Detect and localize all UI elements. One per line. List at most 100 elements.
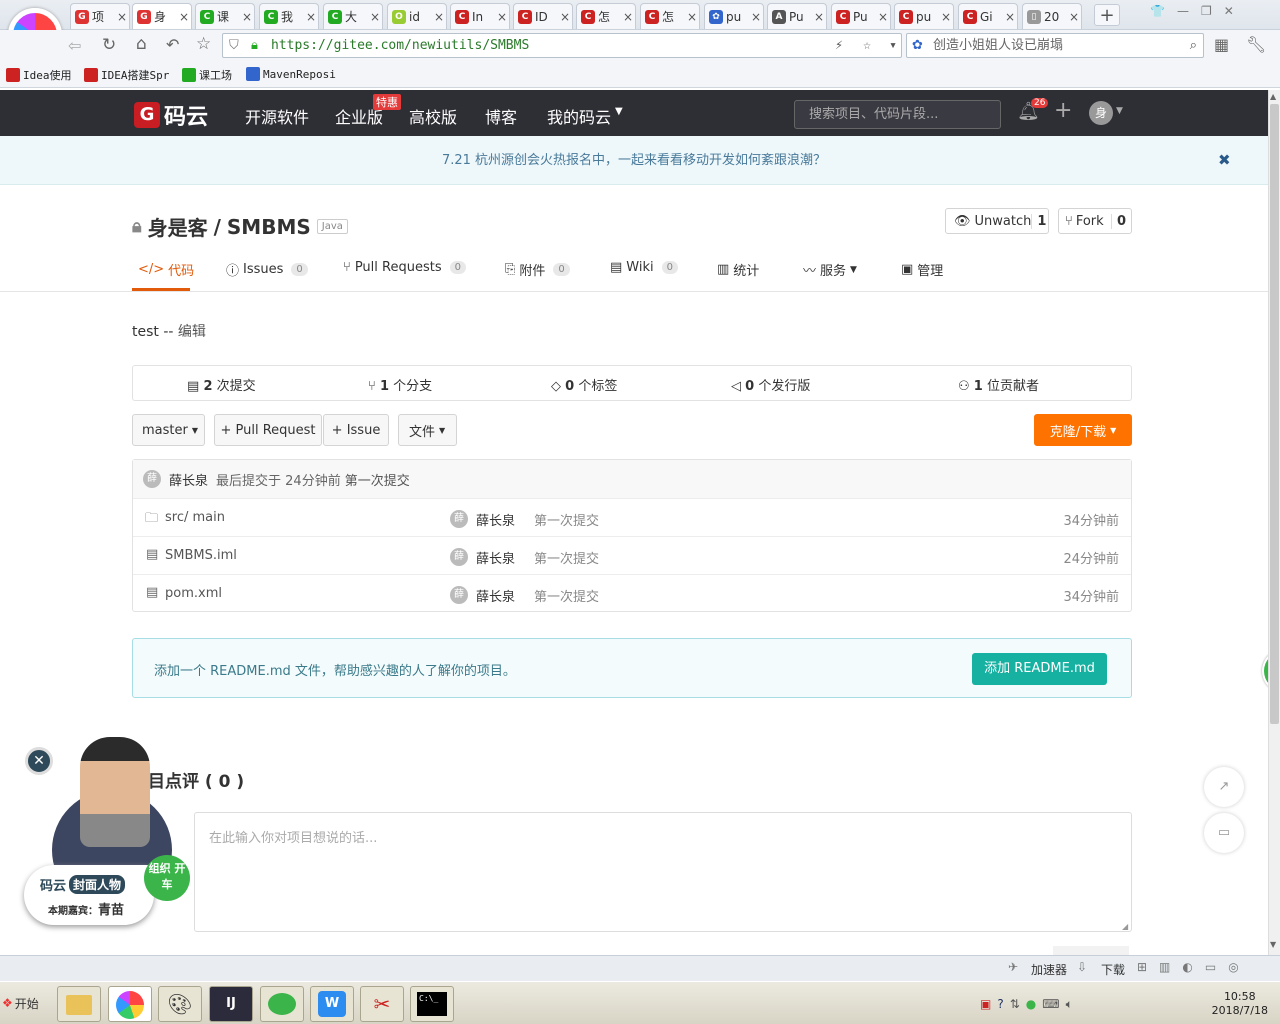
avatar[interactable]: 身 <box>1089 101 1113 125</box>
ime-icon[interactable]: ⌨ <box>1042 997 1059 1011</box>
browser-tab[interactable]: C Pu × <box>831 3 891 29</box>
tab-issues[interactable]: ⓘ Issues 0 <box>226 260 308 279</box>
avatar[interactable]: 薛 <box>450 510 468 528</box>
undo-icon[interactable]: ↶ <box>166 35 179 54</box>
tab-close-icon[interactable]: × <box>370 10 382 24</box>
browser-tab[interactable]: Cpu × <box>894 3 954 29</box>
resize-handle-icon[interactable]: ◢ <box>1122 922 1128 931</box>
new-tab-button[interactable]: + <box>1094 4 1120 26</box>
url-input[interactable]: ⛉ 🔒︎ https://gitee.com/newiutils/SMBMS ⚡… <box>222 33 902 58</box>
avatar[interactable]: 薛 <box>143 470 161 488</box>
browser-tab[interactable]: C ID × <box>513 3 573 29</box>
taskbar-wechat[interactable] <box>260 986 304 1022</box>
tab-close-icon[interactable]: × <box>687 10 699 24</box>
restore-icon[interactable]: ❐ <box>1201 4 1212 22</box>
taskbar-browser[interactable] <box>108 986 152 1022</box>
tab-wiki[interactable]: ▤ Wiki 0 <box>610 260 678 275</box>
bookmark-star-icon[interactable]: ☆ <box>863 34 871 57</box>
tab-pull-requests[interactable]: ⑂ Pull Requests 0 <box>343 260 466 275</box>
browser-tab[interactable]: G 项 × <box>70 3 130 29</box>
clock[interactable]: 10:58 2018/7/18 <box>1212 990 1276 1018</box>
taskbar-intellij[interactable]: IJ <box>209 986 253 1022</box>
tab-close-icon[interactable]: × <box>497 10 509 24</box>
scroll-thumb[interactable] <box>1270 104 1279 724</box>
home-icon[interactable]: ⌂ <box>136 34 147 54</box>
browser-tab[interactable]: C 我 × <box>259 3 319 29</box>
file-commit-message[interactable]: 第一次提交 <box>534 586 599 605</box>
taskbar-explorer[interactable] <box>57 986 101 1022</box>
browser-search-input[interactable]: ✿ 创造小姐姐人设已崩塌 ⌕ <box>906 33 1204 58</box>
review-comment-input[interactable]: 在此输入你对项目想说的话... <box>194 812 1132 932</box>
close-icon[interactable]: ✖ <box>1218 136 1231 185</box>
tab-close-icon[interactable]: × <box>242 10 254 24</box>
file-commit-message[interactable]: 第一次提交 <box>534 548 599 567</box>
fork-button[interactable]: ⑂ Fork 0 <box>1058 208 1132 234</box>
file-name[interactable]: SMBMS.iml <box>165 548 237 563</box>
file-author[interactable]: 薛长泉 <box>476 548 515 567</box>
close-window-icon[interactable]: ✕ <box>1224 4 1234 22</box>
tab-close-icon[interactable]: × <box>560 10 572 24</box>
tab-manage[interactable]: ▣ 管理 <box>901 260 943 279</box>
minimize-icon[interactable]: — <box>1177 4 1189 22</box>
taskbar-cmd[interactable]: C:\_ <box>410 986 454 1022</box>
tab-close-icon[interactable]: × <box>434 10 446 24</box>
bookmark-item[interactable]: MavenReposi <box>246 67 336 81</box>
nav-education[interactable]: 高校版 <box>409 104 457 128</box>
stat-releases[interactable]: ◁ 0 个发行版 <box>731 375 810 394</box>
repo-owner[interactable]: 身是客 <box>148 212 208 241</box>
file-menu-button[interactable]: 文件 ▼ <box>398 414 457 446</box>
avatar[interactable]: 薛 <box>450 586 468 604</box>
new-issue-button[interactable]: + Issue <box>323 414 389 446</box>
browser-tab[interactable]: A Pu × <box>767 3 827 29</box>
url-dropdown-icon[interactable]: ▾ <box>889 34 897 57</box>
browser-tab[interactable]: ▯ 20 × <box>1022 3 1082 29</box>
refresh-icon[interactable]: ↻ <box>102 35 116 55</box>
tab-close-icon[interactable]: × <box>878 10 890 24</box>
file-name[interactable]: pom.xml <box>165 586 222 601</box>
file-author[interactable]: 薛长泉 <box>476 510 515 529</box>
clone-download-button[interactable]: 克隆/下载 ▼ <box>1034 414 1132 446</box>
antivirus-icon[interactable]: ▣ <box>980 997 991 1011</box>
feedback-button[interactable]: ▭ <box>1204 813 1244 853</box>
share-button[interactable]: ↗ <box>1204 767 1244 807</box>
search-icon[interactable]: ⌕ <box>1190 34 1197 57</box>
promo-ad[interactable]: ✕ 码云 封面人物 本期嘉宾：青苗 组织 开车 <box>22 735 192 930</box>
add-readme-button[interactable]: 添加 README.md <box>972 653 1107 685</box>
browser-tab[interactable]: C In × <box>450 3 510 29</box>
last-commit-message[interactable]: 第一次提交 <box>345 470 410 489</box>
stat-commits[interactable]: ▤ 2 次提交 <box>187 375 256 394</box>
file-name[interactable]: src/ main <box>165 510 225 525</box>
taskbar-paint[interactable]: 🎨︎ <box>158 986 202 1022</box>
download-button[interactable]: 下载 <box>1101 961 1125 978</box>
tab-close-icon[interactable]: × <box>751 10 763 24</box>
edit-description-link[interactable]: 编辑 <box>178 324 206 340</box>
stat-tags[interactable]: ◇ 0 个标签 <box>551 375 617 394</box>
tab-close-icon[interactable]: × <box>623 10 635 24</box>
taskbar-wps[interactable]: W <box>310 986 354 1022</box>
tab-code[interactable]: </> 代码 <box>138 260 194 279</box>
bookmark-item[interactable]: Idea使用 <box>6 67 72 83</box>
lightning-icon[interactable]: ⚡ <box>835 34 843 57</box>
tab-close-icon[interactable]: × <box>1069 10 1081 24</box>
tab-close-icon[interactable]: × <box>306 10 318 24</box>
browser-tab[interactable]: C Gi × <box>958 3 1018 29</box>
nav-open-source[interactable]: 开源软件 <box>245 104 309 128</box>
file-commit-message[interactable]: 第一次提交 <box>534 510 599 529</box>
page-scrollbar[interactable]: ▲ ▼ <box>1268 90 1280 955</box>
tab-close-icon[interactable]: × <box>814 10 826 24</box>
browser-tab[interactable]: C 怎 × <box>576 3 636 29</box>
avatar[interactable]: 薛 <box>450 548 468 566</box>
nav-my-gitee[interactable]: 我的码云 <box>547 104 611 128</box>
network-icon[interactable]: ⇅ <box>1010 997 1020 1011</box>
scroll-up-icon[interactable]: ▲ <box>1270 92 1276 101</box>
extensions-icon[interactable]: ▦ <box>1214 35 1229 54</box>
stat-contributors[interactable]: ⚇ 1 位贡献者 <box>958 375 1039 394</box>
back-icon[interactable]: ⇦ <box>68 36 81 55</box>
tab-attachments[interactable]: ⎘ 附件 0 <box>505 260 570 279</box>
close-ad-button[interactable]: ✕ <box>25 747 53 775</box>
new-pull-request-button[interactable]: + Pull Request <box>214 414 322 446</box>
browser-tab[interactable]: C 大 × <box>323 3 383 29</box>
help-icon[interactable]: ? <box>997 997 1003 1011</box>
file-author[interactable]: 薛长泉 <box>476 586 515 605</box>
scroll-down-icon[interactable]: ▼ <box>1270 940 1276 949</box>
